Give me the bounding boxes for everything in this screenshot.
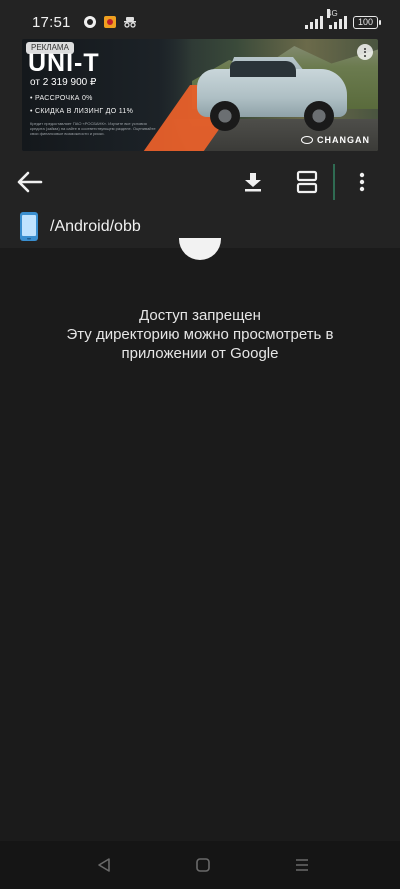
square-home-icon [196, 858, 210, 872]
network-type: 4G [327, 9, 338, 18]
toolbar-divider [333, 164, 335, 200]
ad-price: от 2 319 900 ₽ [30, 77, 97, 88]
messenger-icon [83, 16, 96, 28]
incognito-icon [123, 17, 136, 28]
car-wheel [210, 101, 240, 131]
toolbar [0, 156, 400, 208]
nav-recents-button[interactable] [290, 853, 314, 877]
notification-icons [83, 15, 137, 29]
status-bar: 17:51 4G 100 [0, 0, 400, 44]
car-window [230, 61, 296, 77]
current-path[interactable]: /Android/obb [50, 218, 141, 236]
brand-logo-icon [301, 136, 313, 144]
nav-back-button[interactable] [92, 853, 116, 877]
status-time: 17:51 [32, 13, 71, 31]
more-options-button[interactable] [340, 156, 384, 208]
ad-brand-name: CHANGAN [317, 135, 370, 145]
ad-bullet: • СКИДКА В ЛИЗИНГ ДО 11% [30, 108, 134, 115]
signal-4g-icon: 4G [327, 9, 347, 29]
ad-banner[interactable]: РЕКЛАМА UNI-T от 2 319 900 ₽ • РАССРОЧКА… [22, 39, 378, 151]
message-line: приложении от Google [121, 345, 279, 362]
ad-fine-print: Кредит предоставляет ПАО «РОСБАНК». Изуч… [30, 121, 156, 136]
view-toggle-icon [296, 170, 318, 194]
ad-bullet: • РАССРОЧКА 0% [30, 95, 93, 102]
view-toggle-button[interactable] [285, 156, 329, 208]
more-vert-icon [359, 172, 365, 192]
system-nav-bar [0, 841, 400, 889]
download-icon [245, 173, 261, 192]
battery-icon: 100 [353, 15, 381, 29]
app-notification-icon [103, 16, 116, 28]
triangle-back-icon [98, 858, 110, 872]
access-denied-message: Доступ запрещен Эту директорию можно про… [0, 306, 400, 363]
file-list-area: Доступ запрещен Эту директорию можно про… [0, 238, 400, 841]
refresh-indicator [179, 238, 221, 260]
phone-storage-icon [20, 212, 38, 241]
nav-home-button[interactable] [191, 853, 215, 877]
ad-model: UNI-T [28, 49, 100, 77]
car-wheel [304, 101, 334, 131]
message-line: Эту директорию можно просмотреть в [66, 326, 334, 343]
status-right: 4G 100 [305, 9, 381, 29]
message-title: Доступ запрещен [139, 307, 261, 324]
arrow-left-icon [17, 171, 43, 193]
ad-menu-button[interactable] [357, 44, 373, 60]
menu-lines-icon [296, 859, 308, 871]
back-button[interactable] [8, 156, 52, 208]
ad-brand: CHANGAN [301, 135, 370, 145]
signal-icon [305, 15, 323, 29]
download-button[interactable] [231, 156, 275, 208]
